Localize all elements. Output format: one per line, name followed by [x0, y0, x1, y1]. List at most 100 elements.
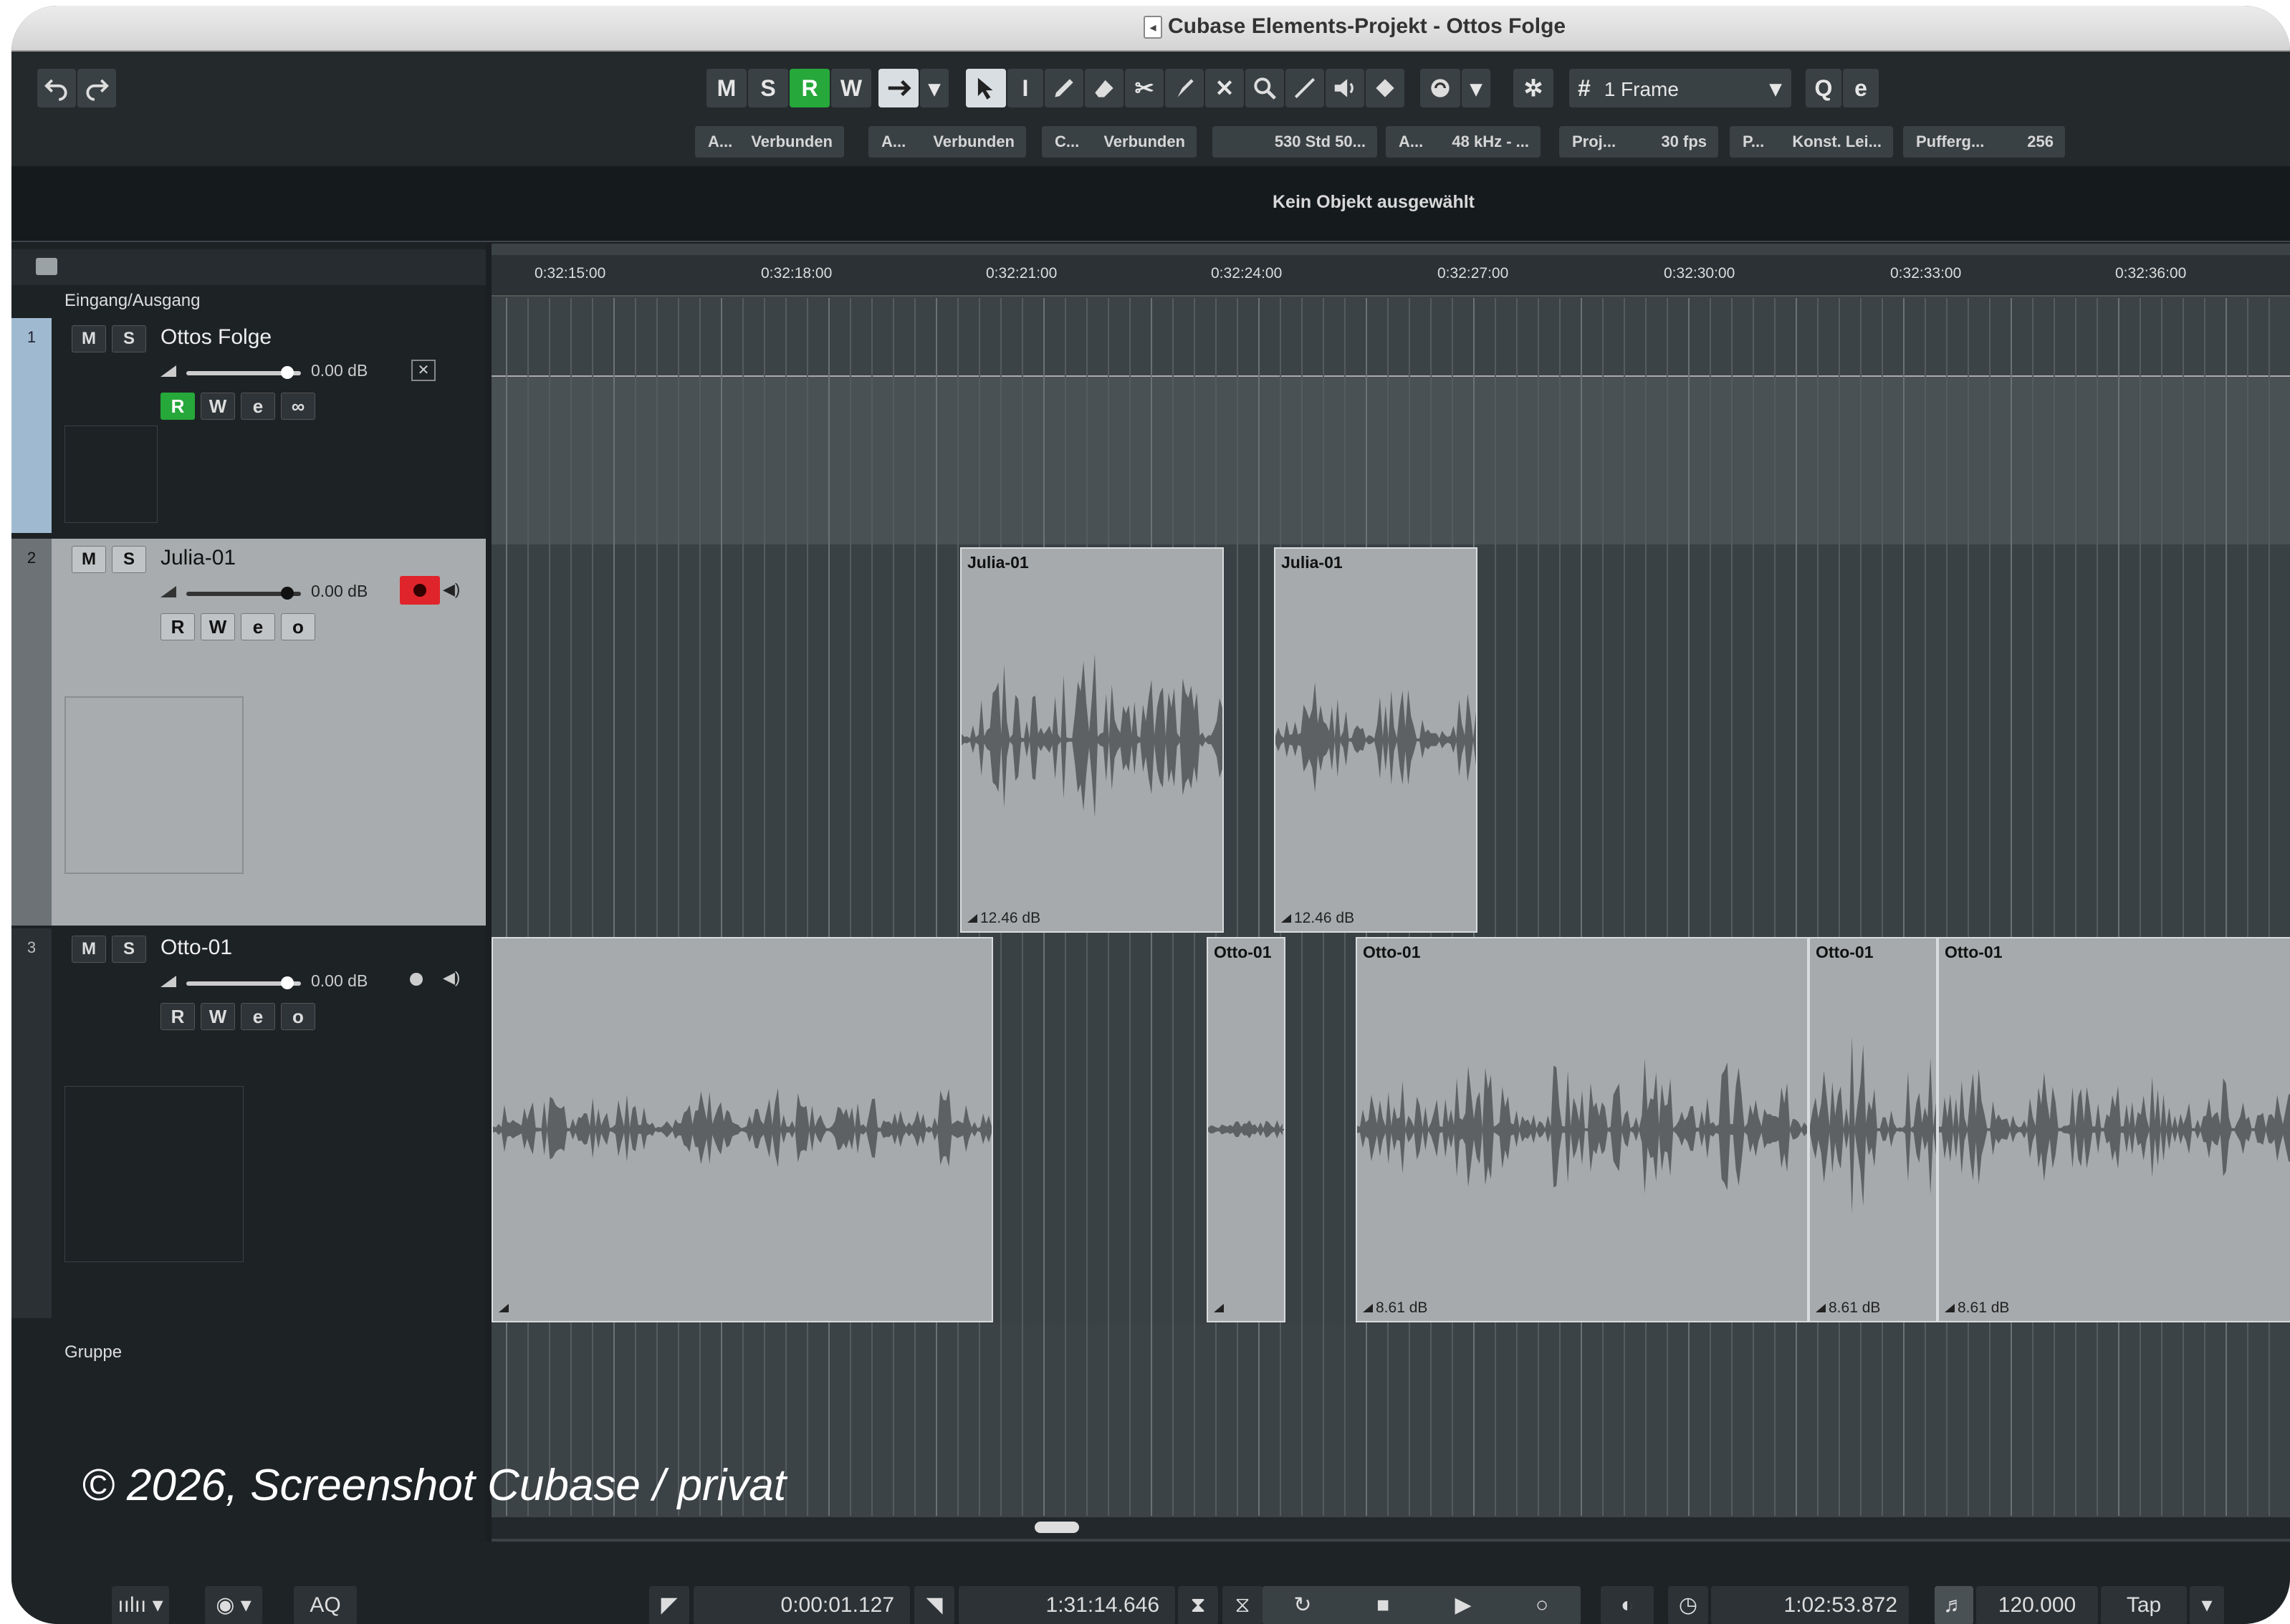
- solo-button[interactable]: S: [748, 69, 788, 107]
- aq-button[interactable]: AQ: [294, 1586, 357, 1624]
- audio-clip[interactable]: [492, 937, 993, 1322]
- speaker-icon[interactable]: [1326, 69, 1364, 107]
- track-read-button[interactable]: R: [161, 613, 195, 640]
- tap-tempo-button[interactable]: Tap: [2101, 1586, 2187, 1624]
- eraser-icon[interactable]: [1085, 69, 1124, 107]
- zoom-icon[interactable]: [1245, 69, 1284, 107]
- chevron-down-icon[interactable]: ▾: [2190, 1586, 2224, 1624]
- window-layout-icon[interactable]: [36, 258, 57, 275]
- metronome-icon[interactable]: ◐: [1601, 1586, 1654, 1624]
- left-locator-value[interactable]: 0:00:01.127: [694, 1586, 910, 1624]
- arrange-area[interactable]: 0:32:15:00 0:32:18:00 0:32:21:00 0:32:24:00…: [492, 244, 2290, 1542]
- edit-channel-icon[interactable]: e: [241, 1003, 275, 1030]
- stop-icon[interactable]: ■: [1343, 1586, 1423, 1624]
- object-selection-icon[interactable]: [966, 69, 1006, 107]
- track-solo-button[interactable]: S: [112, 325, 146, 352]
- glue-icon[interactable]: [1165, 69, 1204, 107]
- track-mute-button[interactable]: M: [72, 546, 106, 573]
- track-read-button[interactable]: R: [161, 1003, 195, 1030]
- quantize-icon[interactable]: Q: [1806, 69, 1841, 107]
- punch-in-icon[interactable]: ⧗: [1178, 1586, 1218, 1624]
- auto-scroll-icon[interactable]: [878, 69, 919, 107]
- mute-button[interactable]: M: [706, 69, 747, 107]
- mute-tool-icon[interactable]: ✕: [1205, 69, 1244, 107]
- snap-icon[interactable]: ✲: [1513, 69, 1553, 107]
- audio-clip[interactable]: Otto-01: [1207, 937, 1285, 1322]
- track-picture: [64, 696, 244, 874]
- edit-icon[interactable]: e: [1843, 69, 1879, 107]
- range-selection-icon[interactable]: I: [1007, 69, 1043, 107]
- track-read-button[interactable]: R: [161, 393, 195, 420]
- monitor-icon[interactable]: ◀): [443, 580, 460, 599]
- audio-clip[interactable]: Julia-01 12.46 dB: [960, 547, 1224, 933]
- chevron-down-icon[interactable]: ▾: [1462, 69, 1490, 107]
- punch-out-icon[interactable]: ⧖: [1222, 1586, 1263, 1624]
- grid-line: [914, 298, 916, 1516]
- record-icon[interactable]: [410, 973, 423, 986]
- record-icon[interactable]: ○: [1503, 1586, 1581, 1624]
- status-control-room[interactable]: C... Verbunden: [1042, 126, 1197, 158]
- status-record-time[interactable]: 530 Std 50...: [1212, 126, 1377, 158]
- right-locator-icon[interactable]: ◥: [914, 1586, 954, 1624]
- status-audio-input[interactable]: A... Verbunden: [695, 126, 844, 158]
- audio-clip[interactable]: Otto-01 8.61 dB: [1808, 937, 1937, 1322]
- status-pan-law[interactable]: P... Konst. Lei...: [1730, 126, 1893, 158]
- status-sample-rate[interactable]: A... 48 kHz - ...: [1386, 126, 1541, 158]
- track-julia-01[interactable]: 2 M S Julia-01 0.00 dB ◀) R W e o: [11, 539, 486, 926]
- waveform-icon[interactable]: ıılıı ▾: [112, 1586, 169, 1624]
- status-audio-output[interactable]: A... Verbunden: [868, 126, 1026, 158]
- tempo-track-icon[interactable]: ♬: [1935, 1586, 1973, 1624]
- tempo-value[interactable]: 120.000: [1976, 1586, 2098, 1624]
- snap-mode-icon[interactable]: [1420, 69, 1460, 107]
- write-automation-button[interactable]: W: [831, 69, 871, 107]
- edit-channel-icon[interactable]: e: [241, 613, 275, 640]
- track-write-button[interactable]: W: [201, 613, 235, 640]
- status-buffer-size[interactable]: Pufferg... 256: [1903, 126, 2065, 158]
- position-display[interactable]: 1:02:53.872: [1711, 1586, 1909, 1624]
- track-write-button[interactable]: W: [201, 1003, 235, 1030]
- right-locator-value[interactable]: 1:31:14.646: [959, 1586, 1175, 1624]
- audio-clip[interactable]: Otto-01 8.61 dB: [1937, 937, 2290, 1322]
- globe-icon[interactable]: ◉ ▾: [205, 1586, 262, 1624]
- volume-fader[interactable]: [161, 970, 304, 994]
- monitor-icon[interactable]: ◀): [443, 969, 460, 987]
- track-write-button[interactable]: W: [201, 393, 235, 420]
- scissors-icon[interactable]: ✂: [1125, 69, 1164, 107]
- track-mute-button[interactable]: M: [72, 936, 106, 963]
- scroll-thumb[interactable]: [1035, 1522, 1079, 1533]
- volume-fader[interactable]: [161, 580, 304, 605]
- status-project-frame-rate[interactable]: Proj... 30 fps: [1559, 126, 1718, 158]
- line-tool-icon[interactable]: [1285, 69, 1324, 107]
- audio-clip[interactable]: Julia-01 12.46 dB: [1274, 547, 1477, 933]
- track-ottos-folge[interactable]: 1 M S Ottos Folge 0.00 dB ✕ R W e ∞: [11, 318, 486, 533]
- track-name[interactable]: Ottos Folge: [161, 325, 272, 350]
- link-icon[interactable]: ∞: [281, 393, 315, 420]
- clock-icon[interactable]: ◷: [1668, 1586, 1708, 1624]
- volume-fader[interactable]: [161, 360, 304, 384]
- close-icon[interactable]: ✕: [411, 360, 436, 381]
- track-number: 1: [11, 318, 52, 533]
- lock-icon[interactable]: o: [281, 613, 315, 640]
- left-locator-icon[interactable]: ◤: [649, 1586, 689, 1624]
- chevron-down-icon[interactable]: ▾: [920, 69, 949, 107]
- record-enable-button[interactable]: [400, 576, 440, 605]
- lock-icon[interactable]: o: [281, 1003, 315, 1030]
- track-name[interactable]: Julia-01: [161, 546, 236, 570]
- track-mute-button[interactable]: M: [72, 325, 106, 352]
- timeline-ruler[interactable]: 0:32:15:00 0:32:18:00 0:32:21:00 0:32:24:00…: [492, 255, 2290, 297]
- read-automation-button[interactable]: R: [790, 69, 830, 107]
- redo-icon[interactable]: [77, 69, 116, 107]
- horizontal-scrollbar[interactable]: [492, 1517, 2290, 1539]
- grid-type-select[interactable]: # 1 Frame ▾: [1569, 69, 1791, 107]
- play-icon[interactable]: ▶: [1423, 1586, 1503, 1624]
- undo-icon[interactable]: [37, 69, 76, 107]
- track-otto-01[interactable]: 3 M S Otto-01 0.00 dB ◀) R W e o: [11, 928, 486, 1318]
- track-solo-button[interactable]: S: [112, 936, 146, 963]
- cycle-icon[interactable]: ↻: [1263, 1586, 1343, 1624]
- edit-channel-icon[interactable]: e: [241, 393, 275, 420]
- pencil-icon[interactable]: [1045, 69, 1083, 107]
- track-name[interactable]: Otto-01: [161, 936, 232, 960]
- track-solo-button[interactable]: S: [112, 546, 146, 573]
- audio-clip[interactable]: Otto-01 8.61 dB: [1356, 937, 1808, 1322]
- color-tool-icon[interactable]: [1366, 69, 1404, 107]
